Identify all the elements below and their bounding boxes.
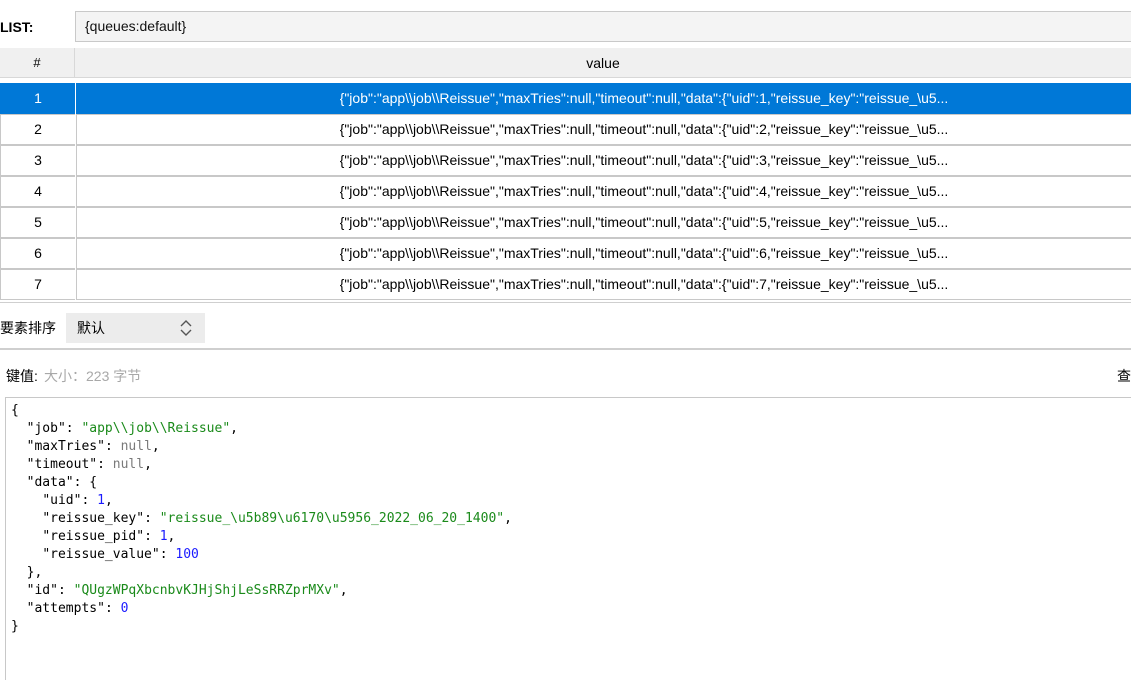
json-key: "reissue_pid" [42,529,145,544]
view-mode-button[interactable]: 查 [1117,362,1131,390]
row-value-text: {"job":"app\\job\\Reissue","maxTries":nu… [339,121,949,137]
json-brace: { [89,475,98,490]
row-index: 1 [0,83,75,114]
chevron-up-down-icon [180,320,192,336]
json-brace: } [11,619,19,634]
json-key: "reissue_key" [42,511,145,526]
json-string: "reissue_\u5b89\u6170\u5956_2022_06_20_1… [159,511,505,526]
json-value-editor[interactable]: { "job": "app\\job\\Reissue", "maxTries"… [5,397,1131,680]
sort-selected-value: 默认 [77,320,105,336]
table-row[interactable]: 4 {"job":"app\\job\\Reissue","maxTries":… [0,176,1131,207]
json-null: null [112,457,145,472]
json-brace: { [11,403,19,418]
row-index: 2 [0,114,75,145]
value-label: 键值: [6,368,38,384]
value-size: 大小：223 字节 [44,368,142,384]
row-index: 7 [0,269,75,300]
row-index: 6 [0,238,75,269]
row-value: {"job":"app\\job\\Reissue","maxTries":nu… [76,114,1131,145]
row-value: {"job":"app\\job\\Reissue","maxTries":nu… [76,238,1131,269]
json-key: "data" [26,475,74,490]
row-index: 4 [0,176,75,207]
row-index: 3 [0,145,75,176]
sort-bar: 要素排序 默认 [0,312,1131,344]
row-value-text: {"job":"app\\job\\Reissue","maxTries":nu… [339,90,949,106]
row-value-text: {"job":"app\\job\\Reissue","maxTries":nu… [339,183,949,199]
json-number: 0 [120,601,129,616]
row-value-text: {"job":"app\\job\\Reissue","maxTries":nu… [339,152,949,168]
sort-select[interactable]: 默认 [66,313,205,343]
json-key: "job" [26,421,66,436]
row-value: {"job":"app\\job\\Reissue","maxTries":nu… [76,83,1131,114]
row-value-text: {"job":"app\\job\\Reissue","maxTries":nu… [339,245,949,261]
table-row[interactable]: 5 {"job":"app\\job\\Reissue","maxTries":… [0,207,1131,238]
table-row[interactable]: 6 {"job":"app\\job\\Reissue","maxTries":… [0,238,1131,269]
json-number: 100 [175,547,199,562]
key-name-field[interactable]: {queues:default} [75,11,1131,42]
json-key: "maxTries" [26,439,105,454]
row-value-text: {"job":"app\\job\\Reissue","maxTries":nu… [339,214,949,230]
key-bar: LIST: {queues:default} [0,10,1131,44]
json-number: 1 [159,529,168,544]
value-header: 键值: 大小：223 字节 查 [0,362,1131,390]
row-value: {"job":"app\\job\\Reissue","maxTries":nu… [76,269,1131,300]
json-null: null [120,439,152,454]
row-value: {"job":"app\\job\\Reissue","maxTries":nu… [76,207,1131,238]
json-key: "reissue_value" [42,547,160,562]
json-string: "app\\job\\Reissue" [81,421,231,436]
row-value: {"job":"app\\job\\Reissue","maxTries":nu… [76,176,1131,207]
json-string: "QUgzWPqXbcnbvKJHjShjLeSsRRZprMXv" [73,583,340,598]
json-brace: }, [26,565,43,580]
json-key: "uid" [42,493,82,508]
json-key: "attempts" [26,601,105,616]
redis-viewer: LIST: {queues:default} # value 1 {"job":… [0,0,1131,680]
column-header-index[interactable]: # [0,48,75,78]
column-header-value[interactable]: value [75,48,1131,78]
sort-label: 要素排序 [0,320,56,336]
table-row[interactable]: 7 {"job":"app\\job\\Reissue","maxTries":… [0,269,1131,300]
json-key: "timeout" [26,457,98,472]
json-text: { "job": "app\\job\\Reissue", "maxTries"… [11,403,512,634]
row-index: 5 [0,207,75,238]
table-header: # value [0,48,1131,78]
key-type-label: LIST: [0,19,34,35]
panel-divider[interactable] [0,348,1131,350]
row-value-text: {"job":"app\\job\\Reissue","maxTries":nu… [339,276,949,292]
list-table: # value 1 {"job":"app\\job\\Reissue","ma… [0,48,1131,303]
table-row[interactable]: 3 {"job":"app\\job\\Reissue","maxTries":… [0,145,1131,176]
table-row[interactable]: 2 {"job":"app\\job\\Reissue","maxTries":… [0,114,1131,145]
table-row[interactable]: 1 {"job":"app\\job\\Reissue","maxTries":… [0,83,1131,114]
json-key: "id" [26,583,58,598]
json-number: 1 [97,493,105,508]
row-value: {"job":"app\\job\\Reissue","maxTries":nu… [76,145,1131,176]
